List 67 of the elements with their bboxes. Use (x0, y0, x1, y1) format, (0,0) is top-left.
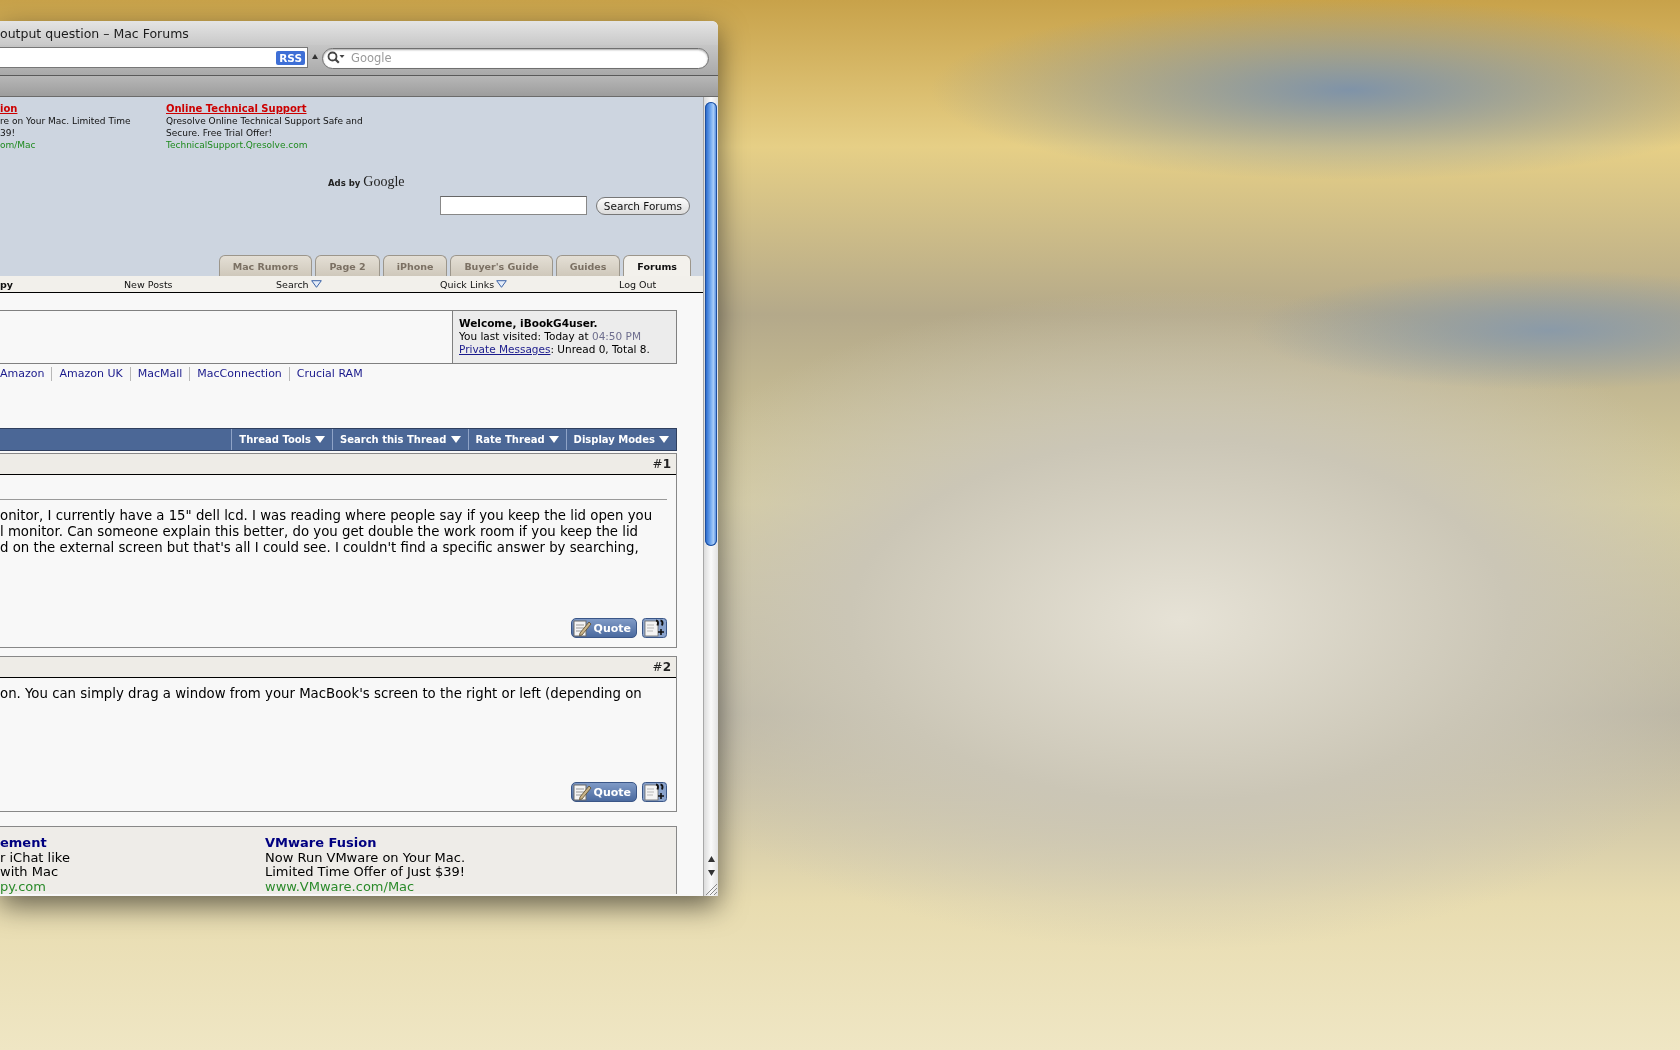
ad-url-link[interactable]: py.com (0, 879, 46, 894)
ad-title-link[interactable]: ement (0, 836, 47, 851)
caret-icon[interactable] (312, 54, 318, 59)
window-title: output question – Mac Forums (0, 25, 189, 41)
ad-url-link[interactable]: TechnicalSupport.Qresolve.com (166, 139, 308, 151)
ad-text: Secure. Free Trial Offer! (166, 127, 272, 139)
notepad-pencil-icon (572, 619, 592, 637)
tab[interactable]: Page 2 (315, 255, 380, 276)
caret-icon (450, 436, 461, 443)
tab[interactable]: Forums (623, 255, 691, 276)
ad-text: re on Your Mac. Limited Time (0, 115, 131, 127)
search-icon[interactable] (327, 51, 345, 64)
welcome-text: Welcome, iBookG4user. (459, 317, 599, 330)
navbar-link[interactable]: Log Out (619, 278, 657, 290)
tab[interactable]: iPhone (382, 255, 448, 276)
ad-url-link[interactable]: www.VMware.com/Mac (265, 879, 415, 894)
post-text: onitor, I currently have a 15" dell lcd. I was reading where people say if you keep the lid open you l monitor. Can someone explain this better, do you get double the work room if you keep the lid d on the external screen but that's all I could see. I couldn't find a specific answer by searching, (0, 508, 654, 556)
ad-title-link[interactable]: Online Technical Support (166, 102, 307, 115)
last-visited-text: You last visited: Today at 04:50 PM (459, 330, 642, 343)
quote-button[interactable]: Quote (570, 618, 637, 638)
store-link[interactable]: MacConnection (189, 367, 289, 381)
scrollbar-thumb[interactable] (705, 102, 717, 546)
ad-text: Now Run VMware on Your Mac. (265, 850, 466, 865)
caret-icon (310, 280, 322, 288)
caret-icon (659, 436, 669, 443)
private-messages-status: Private Messages: Unread 0, Total 8. (459, 343, 651, 356)
ad-title-link[interactable]: ion (0, 102, 18, 115)
quote-plus-icon[interactable] (642, 782, 667, 802)
address-field[interactable]: RSS (0, 47, 308, 68)
scrollbar[interactable] (703, 97, 718, 896)
ad-text: Limited Time Offer of Just $39! (265, 865, 465, 880)
tab[interactable]: Mac Rumors (218, 255, 313, 276)
tab[interactable]: Buyer's Guide (450, 255, 553, 276)
ads-by-label: Ads by (328, 178, 361, 188)
post-number[interactable]: #1 (652, 457, 671, 471)
thread-menu-button[interactable]: Rate Thread (467, 429, 566, 450)
store-link[interactable]: MacMall (129, 367, 190, 381)
ad-title-link[interactable]: VMware Fusion (265, 836, 377, 851)
thread-menu-button[interactable]: Display Modes (565, 429, 676, 450)
thread-menu-button[interactable]: Search this Thread (332, 429, 468, 450)
navbar-menu[interactable]: Search (276, 278, 322, 290)
breadcrumb-link[interactable]: py (0, 278, 13, 290)
forum-search-field[interactable] (439, 196, 587, 215)
store-link[interactable]: Amazon UK (51, 367, 130, 381)
caret-icon (496, 280, 508, 288)
rss-button[interactable]: RSS (276, 50, 305, 65)
brand-wordmark[interactable]: Google (363, 175, 405, 189)
tab[interactable]: Guides (555, 255, 621, 276)
navbar-link[interactable]: New Posts (124, 278, 173, 290)
navbar-menu[interactable]: Quick Links (440, 278, 508, 290)
ad-text: 39! (0, 127, 16, 139)
store-link[interactable]: Crucial RAM (288, 367, 370, 381)
post-number[interactable]: #2 (652, 660, 671, 674)
ad-text: r iChat like (0, 850, 70, 865)
caret-icon (315, 436, 325, 443)
caret-icon (548, 436, 559, 443)
search-forums-button[interactable]: Search Forums (595, 196, 690, 215)
quote-button[interactable]: Quote (570, 782, 637, 802)
thread-menu-button[interactable]: Thread Tools (231, 429, 332, 450)
quote-plus-icon[interactable] (642, 618, 667, 638)
store-link[interactable]: Amazon (0, 367, 52, 381)
search-field[interactable]: Google (322, 47, 709, 69)
ad-text: with Mac (0, 865, 59, 880)
ad-url-link[interactable]: om/Mac (0, 139, 36, 151)
ad-text: Qresolve Online Technical Support Safe and (166, 115, 363, 127)
notepad-pencil-icon (572, 783, 592, 801)
post-text: on. You can simply drag a window from your MacBook's screen to the right or left (depending on (0, 686, 643, 702)
